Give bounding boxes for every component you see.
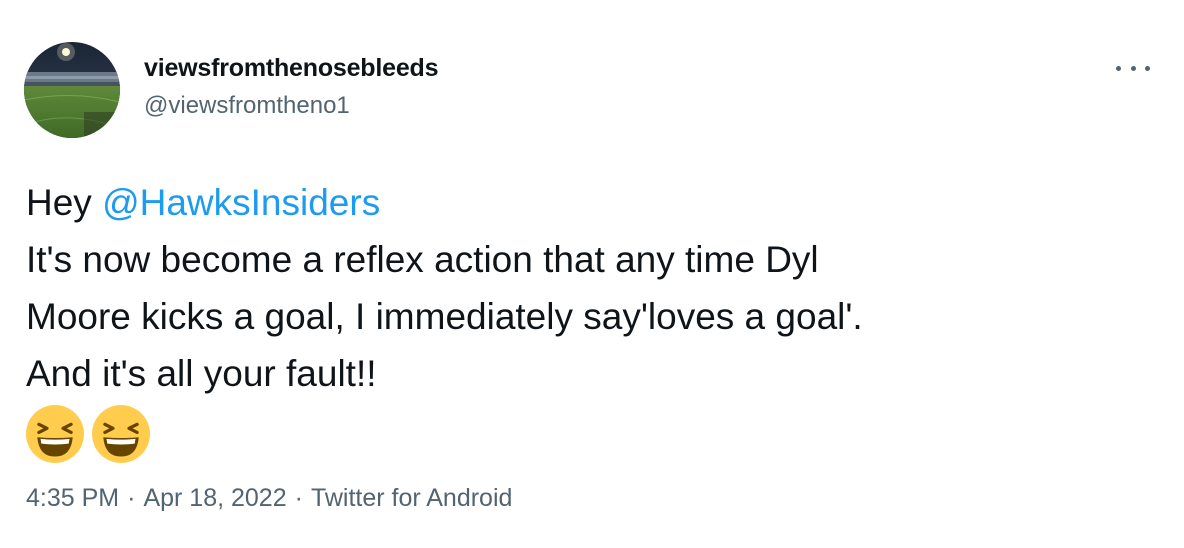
more-horizontal-icon[interactable] [1116,56,1150,80]
tweet-card: viewsfromthenosebleeds @viewsfromtheno1 … [0,0,1184,548]
stadium-photo [24,42,120,138]
author-display-name[interactable]: viewsfromthenosebleeds [144,54,439,83]
meta-separator: · [127,484,136,512]
mention-link[interactable]: @HawksInsiders [102,182,380,223]
avatar[interactable] [24,42,120,138]
tweet-time-link[interactable]: 4:35 PM [26,484,119,512]
dot [1145,65,1150,71]
tweet-line-2: It's now become a reflex action that any… [26,239,819,280]
tweet-line-1: Hey @HawksInsiders [26,174,1146,231]
tweet-source-link[interactable]: Twitter for Android [311,484,512,512]
tweet-date-link[interactable]: Apr 18, 2022 [143,484,286,512]
tweet-meta: 4:35 PM · Apr 18, 2022 · Twitter for Android [26,484,512,513]
tweet-line-4: And it's all your fault!! [26,353,377,394]
dot [1116,65,1121,71]
meta-separator: · [294,484,303,512]
greeting-text: Hey [26,182,103,223]
tweet-text: Hey @HawksInsiders It's now become a ref… [26,174,1146,464]
author-handle[interactable]: @viewsfromtheno1 [144,92,350,120]
dot [1130,65,1136,71]
grinning-squinting-face-icon [26,405,84,463]
grinning-squinting-face-icon [92,405,150,463]
emoji-row [26,404,1146,464]
tweet-line-3: Moore kicks a goal, I immediately say'lo… [26,296,863,337]
